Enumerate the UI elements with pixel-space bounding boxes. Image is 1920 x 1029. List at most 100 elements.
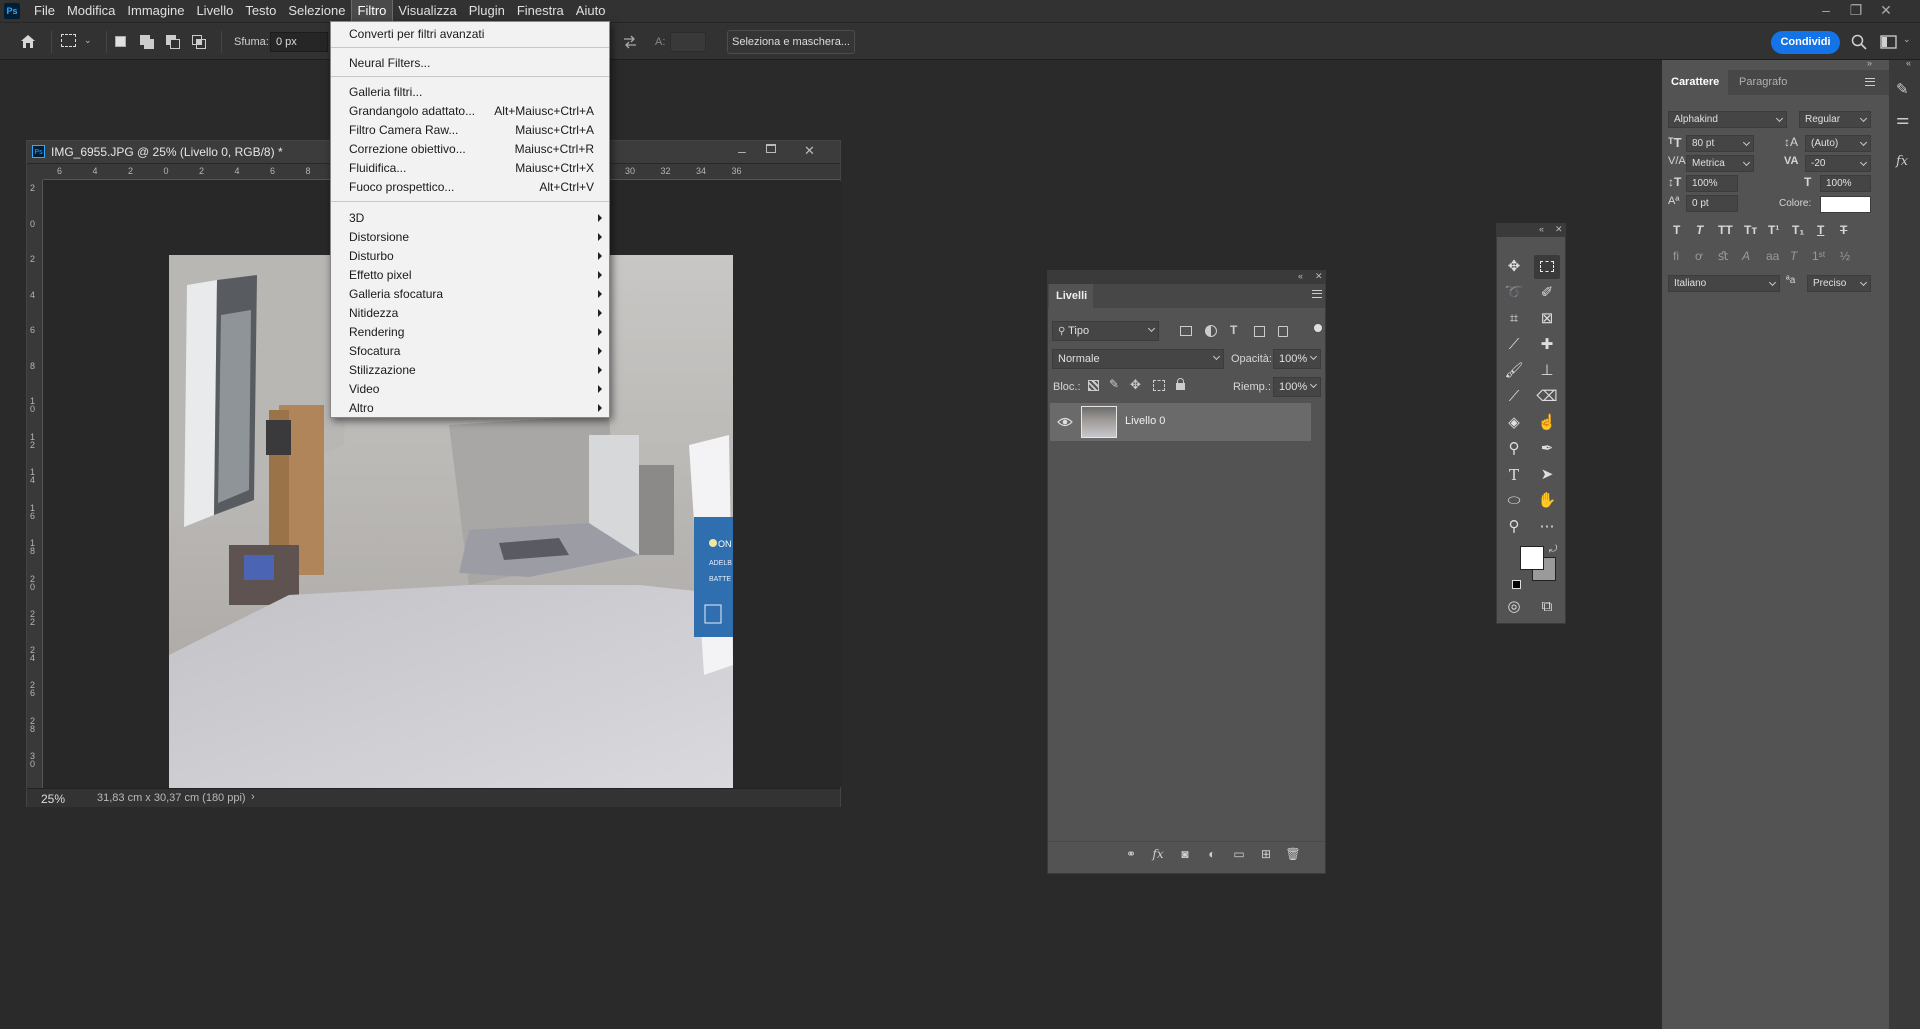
swap-colors-icon[interactable]: ⤾ [1549,544,1557,555]
opacity-input[interactable]: 100% [1273,349,1321,369]
contextual-alternates-icon[interactable]: T [1790,249,1797,263]
close-document-icon[interactable]: ✕ [804,143,815,159]
history-brush-tool-icon[interactable]: ⟋ [1501,385,1527,409]
stylistic-alternates-icon[interactable]: A [1742,249,1750,263]
antialias-select[interactable]: Preciso [1807,275,1871,292]
menu-item-camera-raw[interactable]: Filtro Camera Raw... Maiusc+Ctrl+A [349,121,594,139]
adjustment-layer-icon[interactable]: ◐ [1204,846,1220,862]
link-layers-icon[interactable]: ⚭ [1123,846,1139,862]
lock-all-icon[interactable] [1176,378,1185,390]
menu-immagine[interactable]: Immagine [121,0,190,22]
lasso-tool-icon[interactable]: ➰ [1501,281,1527,305]
crop-tool-icon[interactable]: ⌗ [1501,307,1527,331]
language-select[interactable]: Italiano [1668,275,1780,292]
path-selection-tool-icon[interactable]: ➤ [1534,463,1560,487]
delete-layer-icon[interactable]: 🗑 [1285,846,1301,862]
font-style-select[interactable]: Regular [1799,111,1871,128]
ordinals-icon[interactable]: 1ˢᵗ [1812,249,1825,263]
search-icon[interactable] [1851,34,1867,50]
menu-item-blur[interactable]: Sfocatura [349,342,602,360]
smudge-tool-icon[interactable]: ☝ [1534,411,1560,435]
ligatures-icon[interactable]: fi [1673,249,1679,263]
kerning-select[interactable]: Metrica [1686,155,1754,172]
adjustments-icon[interactable]: ⚌ [1896,110,1909,128]
horizontal-scale-input[interactable]: 100% [1820,175,1871,192]
filter-adjustment-icon[interactable] [1205,325,1217,337]
restore-window-icon[interactable]: ❐ [1842,0,1870,22]
filter-toggle-icon[interactable] [1314,324,1322,332]
panel-menu-icon[interactable] [1865,78,1875,86]
select-and-mask-button[interactable]: Seleziona e maschera... [727,30,855,54]
menu-testo[interactable]: Testo [239,0,282,22]
layer-filter-kind[interactable]: ⚲ Tipo [1052,321,1159,341]
blend-mode-select[interactable]: Normale [1052,349,1224,369]
menu-item-other[interactable]: Altro [349,399,602,417]
menu-finestra[interactable]: Finestra [511,0,570,22]
menu-item-blur-gallery[interactable]: Galleria sfocatura [349,285,602,303]
menu-plugin[interactable]: Plugin [463,0,511,22]
vertical-ruler[interactable]: 2 0 2 4 6 8 10 12 14 16 18 20 22 24 26 28 30 [27,180,43,788]
feather-input[interactable]: 0 px [270,32,328,52]
home-icon[interactable] [19,33,37,50]
minimize-window-icon[interactable]: – [1812,0,1840,22]
superscript-icon[interactable]: T¹ [1768,223,1779,237]
strikethrough-icon[interactable]: T [1840,223,1847,237]
new-selection-icon[interactable] [115,36,126,47]
share-button[interactable]: Condividi [1771,31,1840,54]
menu-item-smart-filters[interactable]: Converti per filtri avanzati [349,25,594,43]
collapse-dock-icon[interactable]: « [1906,58,1911,68]
panel-header[interactable]: « ✕ [1048,271,1325,284]
panel-menu-icon[interactable] [1312,290,1322,298]
height-input[interactable] [670,32,706,52]
vertical-scale-input[interactable]: 100% [1686,175,1738,192]
brush-settings-icon[interactable]: ✎ [1896,80,1909,98]
close-panel-icon[interactable]: ✕ [1555,224,1563,235]
move-tool-icon[interactable]: ✥ [1501,255,1527,279]
menu-item-liquify[interactable]: Fluidifica... Maiusc+Ctrl+X [349,159,594,177]
menu-aiuto[interactable]: Aiuto [570,0,612,22]
subscript-icon[interactable]: T₁ [1792,223,1804,237]
more-tools-icon[interactable]: ⋯ [1534,515,1560,539]
tab-layers[interactable]: Livelli [1049,284,1093,308]
menu-selezione[interactable]: Selezione [282,0,351,22]
healing-brush-tool-icon[interactable]: ✚ [1534,333,1560,357]
rect-marquee-preset-icon[interactable] [61,34,76,47]
collapse-panel-icon[interactable]: « [1539,224,1544,234]
default-colors-icon[interactable] [1512,580,1521,589]
lock-artboard-icon[interactable] [1153,380,1165,391]
menu-item-adaptive-wide-angle[interactable]: Grandangolo adattato... Alt+Maiusc+Ctrl+A [349,102,594,120]
tab-character[interactable]: Carattere [1662,70,1729,95]
swap-dimensions-icon[interactable] [622,34,638,50]
menu-item-vanishing-point[interactable]: Fuoco prospettico... Alt+Ctrl+V [349,178,594,196]
baseline-shift-input[interactable]: 0 pt [1686,195,1738,212]
zoom-tool-icon[interactable]: ⚲ [1501,515,1527,539]
lock-position-icon[interactable]: ✥ [1130,377,1141,393]
type-tool-icon[interactable]: T [1501,463,1527,487]
faux-italic-icon[interactable]: T [1696,223,1703,237]
leading-input[interactable]: (Auto) [1805,135,1871,152]
font-size-input[interactable]: 80 pt [1686,135,1754,152]
menu-item-sharpen[interactable]: Nitidezza [349,304,602,322]
filter-smart-object-icon[interactable] [1278,326,1288,337]
layer-thumbnail[interactable] [1081,406,1117,438]
lock-transparent-icon[interactable] [1088,380,1099,391]
clone-stamp-tool-icon[interactable]: ⊥ [1534,359,1560,383]
menu-livello[interactable]: Livello [190,0,239,22]
layer-row[interactable]: Livello 0 [1050,403,1311,441]
text-color-swatch[interactable] [1820,196,1871,213]
menu-item-lens-correction[interactable]: Correzione obiettivo... Maiusc+Ctrl+R [349,140,594,158]
eraser-tool-icon[interactable]: ⌫ [1534,385,1560,409]
menu-modifica[interactable]: Modifica [61,0,121,22]
menu-file[interactable]: File [28,0,61,22]
menu-item-stylize[interactable]: Stilizzazione [349,361,602,379]
pen-tool-icon[interactable]: ✒ [1534,437,1560,461]
lock-pixels-brush-icon[interactable]: ✎ [1109,377,1119,391]
dodge-tool-icon[interactable]: ⚲ [1501,437,1527,461]
fractions-icon[interactable]: ½ [1840,249,1850,263]
menu-item-distort[interactable]: Distorsione [349,228,602,246]
layer-name[interactable]: Livello 0 [1125,415,1165,427]
quick-mask-icon[interactable]: ◎ [1501,595,1527,619]
swash-icon[interactable]: ﬆ [1718,249,1728,263]
menu-visualizza[interactable]: Visualizza [392,0,462,22]
collapse-panel-icon[interactable]: « [1298,271,1303,281]
